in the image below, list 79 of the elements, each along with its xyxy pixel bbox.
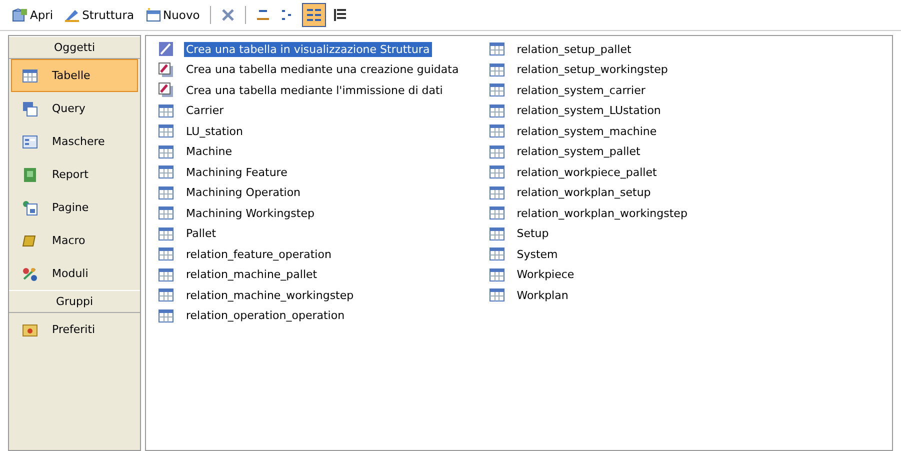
object-list-item[interactable]: relation_workpiece_pallet xyxy=(514,164,659,180)
new-button[interactable]: Nuovo xyxy=(141,3,204,27)
grid-icon xyxy=(158,226,174,242)
grid-icon xyxy=(158,205,174,222)
details-icon xyxy=(332,8,347,22)
object-list-item[interactable]: relation_machine_pallet xyxy=(184,267,320,282)
object-list-item[interactable]: relation_workplan_workingstep xyxy=(514,206,690,221)
grid-icon xyxy=(22,68,38,84)
object-list-item[interactable]: Crea una tabella in visualizzazione Struttura xyxy=(184,42,432,57)
list-view-button[interactable] xyxy=(302,3,326,27)
object-list-item[interactable]: Machining Feature xyxy=(184,164,290,180)
object-list-item[interactable]: relation_setup_pallet xyxy=(514,42,634,57)
object-list-item[interactable]: Pallet xyxy=(184,226,218,242)
section-header: Gruppi xyxy=(9,290,140,313)
grid-icon xyxy=(158,287,174,304)
large-icons-icon xyxy=(256,8,270,22)
module-icon xyxy=(22,266,38,282)
wizard-icon xyxy=(158,82,174,98)
grid-icon xyxy=(488,123,505,140)
delete-icon xyxy=(220,8,235,22)
object-list-item[interactable]: Crea una tabella mediante una creazione guidata xyxy=(184,62,461,78)
grid-icon xyxy=(158,123,174,140)
object-list-item[interactable]: relation_system_machine xyxy=(514,124,659,139)
sidebar-item[interactable]: Pagine xyxy=(11,191,138,224)
design-button[interactable]: Struttura xyxy=(60,3,138,27)
query-icon xyxy=(22,100,38,116)
grid-icon xyxy=(488,102,505,119)
object-list-item[interactable]: relation_operation_operation xyxy=(184,308,347,324)
grid-icon xyxy=(488,144,505,160)
object-list-item[interactable]: Machining Operation xyxy=(184,185,303,200)
sidebar-item[interactable]: Report xyxy=(11,158,138,191)
grid-icon xyxy=(488,266,505,283)
object-list-item[interactable]: Crea una tabella mediante l'immissione di dati xyxy=(184,82,445,98)
object-list-item[interactable]: LU_station xyxy=(184,124,245,139)
grid-icon xyxy=(488,226,505,242)
grid-icon xyxy=(488,287,505,304)
object-list-item[interactable]: relation_setup_workingstep xyxy=(514,62,670,78)
grid-icon xyxy=(488,164,505,180)
sidebar-item[interactable]: Tabelle xyxy=(11,59,138,92)
grid-icon xyxy=(488,41,505,58)
grid-icon xyxy=(158,184,174,201)
sidebar-item[interactable]: Query xyxy=(11,92,138,125)
design-icon xyxy=(158,41,174,58)
pencil-icon xyxy=(64,8,80,22)
form-icon xyxy=(22,134,38,150)
grid-icon xyxy=(158,266,174,283)
sidebar-item[interactable]: Moduli xyxy=(11,257,138,290)
grid-icon xyxy=(488,62,505,78)
object-list-item[interactable]: Carrier xyxy=(184,103,226,118)
sidebar-item[interactable]: Maschere xyxy=(11,125,138,158)
sidebar-item[interactable]: Preferiti xyxy=(11,313,138,346)
page-icon xyxy=(22,200,38,216)
object-list-item[interactable]: relation_workplan_setup xyxy=(514,185,653,200)
report-icon xyxy=(22,166,38,182)
list-icon xyxy=(306,7,322,23)
grid-icon xyxy=(488,184,505,201)
object-list-item[interactable]: Machine xyxy=(184,144,234,160)
object-list-item[interactable]: relation_system_pallet xyxy=(514,144,642,160)
grid-icon xyxy=(158,102,174,119)
grid-icon xyxy=(158,246,174,262)
object-list-item[interactable]: relation_machine_workingstep xyxy=(184,288,356,303)
grid-icon xyxy=(158,164,174,180)
object-list-item[interactable]: relation_system_carrier xyxy=(514,82,648,98)
object-list-item[interactable]: Setup xyxy=(514,226,551,242)
open-button[interactable]: Apri xyxy=(8,3,58,27)
grid-icon xyxy=(158,144,174,160)
object-list-item[interactable]: Workplan xyxy=(514,288,570,303)
object-list-item[interactable]: Machining Workingstep xyxy=(184,206,316,221)
grid-icon xyxy=(488,205,505,222)
grid-icon xyxy=(488,82,505,98)
object-list-item[interactable]: relation_feature_operation xyxy=(184,246,334,262)
grid-icon xyxy=(158,308,174,324)
grid-icon xyxy=(488,246,505,262)
window-icon xyxy=(145,8,162,22)
object-list-item[interactable]: relation_system_LUstation xyxy=(514,103,663,118)
sidebar-item[interactable]: Macro xyxy=(11,224,138,257)
object-list-item[interactable]: System xyxy=(514,246,560,262)
wizard-icon xyxy=(158,62,174,78)
object-list-item[interactable]: Workpiece xyxy=(514,267,576,282)
